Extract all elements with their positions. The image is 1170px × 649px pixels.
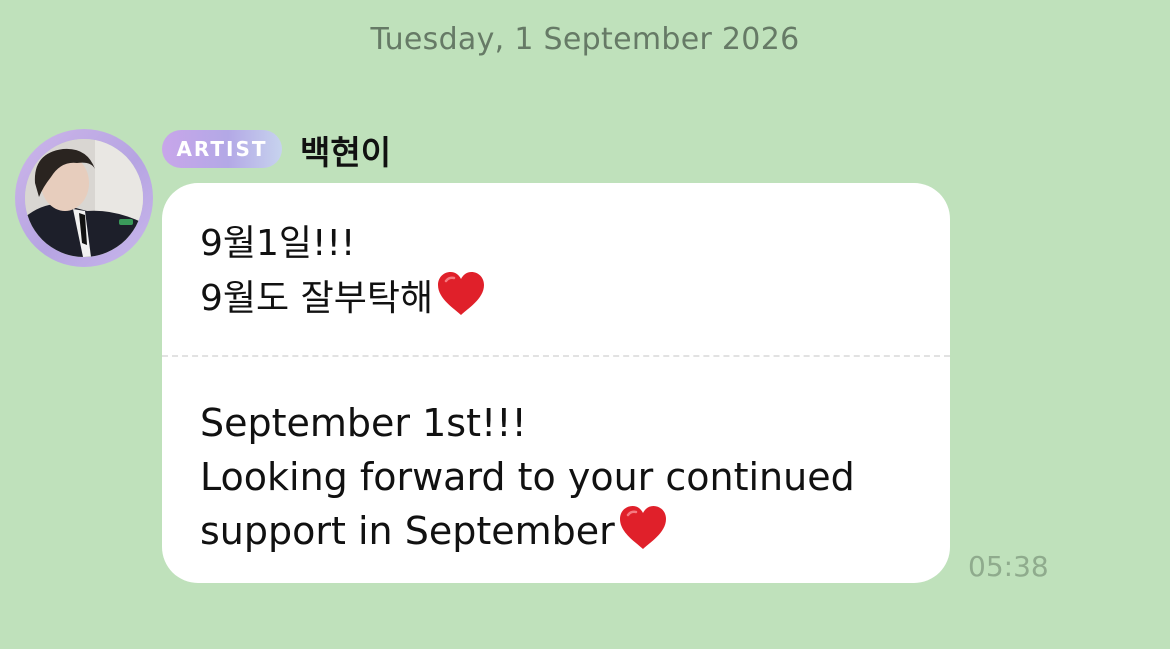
heart-icon: [619, 506, 666, 549]
translation-line-2: Looking forward to your continued: [200, 455, 855, 499]
avatar-photo-icon: [25, 139, 143, 257]
heart-icon: [438, 272, 485, 315]
translation-line-1: September 1st!!!: [200, 401, 527, 445]
date-separator: Tuesday, 1 September 2026: [370, 22, 800, 57]
artist-badge: ARTIST: [162, 130, 282, 168]
translated-message: September 1st!!! Looking forward to your…: [200, 396, 855, 558]
message-bubble[interactable]: 9월1일!!! 9월도 잘부탁해 September 1st!!! Lookin…: [162, 183, 950, 583]
original-line-2: 9월도 잘부탁해: [200, 271, 487, 326]
message-timestamp: 05:38: [968, 550, 1049, 583]
translation-line-3: support in September: [200, 504, 855, 558]
original-line-1: 9월1일!!!: [200, 223, 356, 264]
original-message: 9월1일!!! 9월도 잘부탁해: [200, 217, 487, 326]
sender-name[interactable]: 백현이: [300, 126, 391, 174]
translation-divider: [162, 355, 950, 357]
avatar[interactable]: [15, 129, 153, 267]
